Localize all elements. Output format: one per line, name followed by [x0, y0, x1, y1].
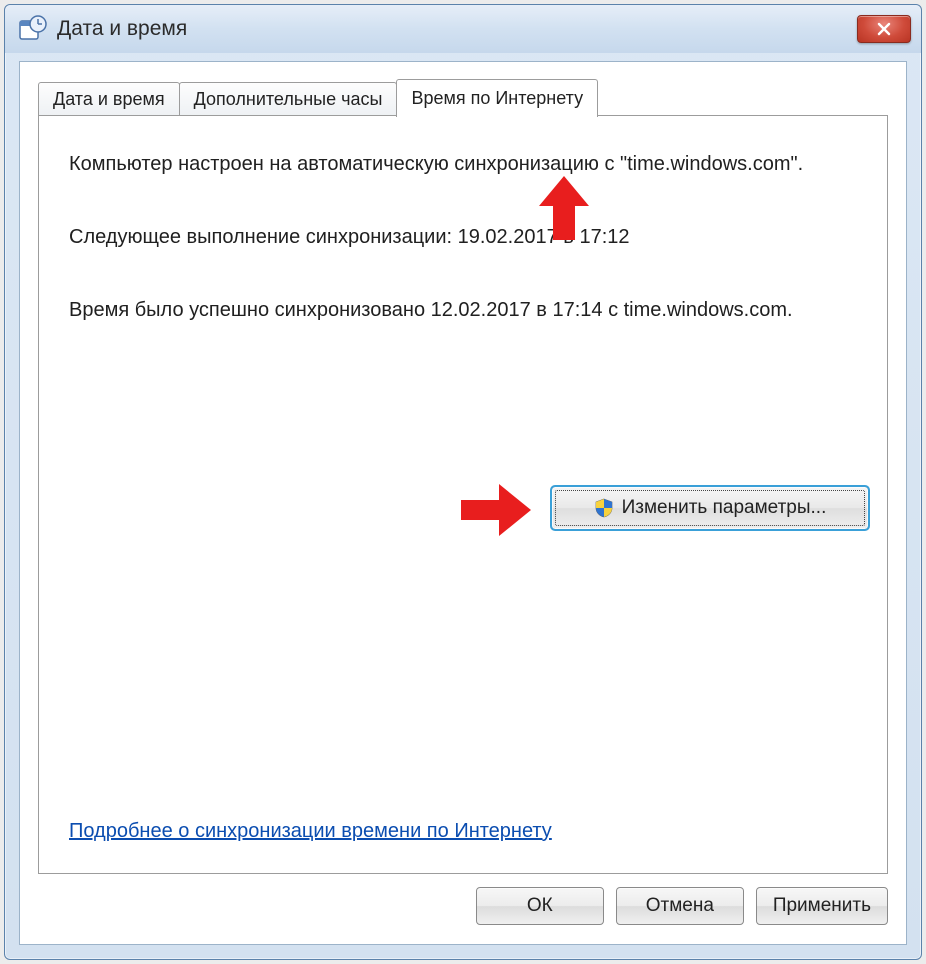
- change-settings-label: Изменить параметры...: [622, 497, 827, 519]
- close-button[interactable]: [857, 15, 911, 43]
- button-bar: ОК Отмена Применить: [38, 882, 888, 930]
- uac-shield-icon: [594, 498, 614, 518]
- client-area: Дата и время Дополнительные часы Время п…: [19, 61, 907, 945]
- sync-configured-text: Компьютер настроен на автоматическую син…: [69, 150, 857, 179]
- change-settings-button[interactable]: Изменить параметры...: [551, 486, 869, 530]
- last-sync-text: Время было успешно синхронизовано 12.02.…: [69, 296, 857, 325]
- tab-date-time[interactable]: Дата и время: [38, 82, 180, 116]
- date-time-dialog: Дата и время Дата и время Дополнительные…: [4, 4, 922, 960]
- close-icon: [876, 21, 892, 37]
- clock-calendar-icon: [19, 15, 47, 43]
- apply-button[interactable]: Применить: [756, 887, 888, 925]
- tab-internet-time[interactable]: Время по Интернету: [396, 79, 598, 117]
- ok-button[interactable]: ОК: [476, 887, 604, 925]
- tab-row: Дата и время Дополнительные часы Время п…: [38, 78, 888, 116]
- tab-content-internet-time: Компьютер настроен на автоматическую син…: [38, 115, 888, 874]
- arrow-up-icon: [539, 176, 589, 240]
- next-sync-text: Следующее выполнение синхронизации: 19.0…: [69, 223, 857, 252]
- cancel-button[interactable]: Отмена: [616, 887, 744, 925]
- tab-additional-clocks[interactable]: Дополнительные часы: [179, 82, 398, 116]
- arrow-right-icon: [461, 484, 531, 536]
- title-bar[interactable]: Дата и время: [5, 5, 921, 53]
- help-link[interactable]: Подробнее о синхронизации времени по Инт…: [69, 820, 552, 843]
- window-title: Дата и время: [57, 17, 857, 41]
